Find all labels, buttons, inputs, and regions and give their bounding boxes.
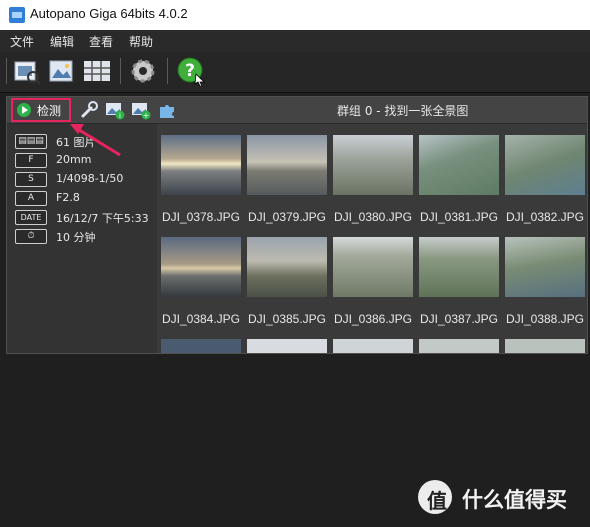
focal-value: 20mm	[56, 153, 92, 166]
thumbnail-image[interactable]	[161, 135, 241, 195]
thumbnail-image[interactable]	[247, 237, 327, 297]
shutter-key: S	[15, 172, 47, 187]
detect-button[interactable]: 检测	[11, 98, 71, 122]
svg-text:?: ?	[185, 61, 195, 81]
thumbnail-filename: DJI_0388.JPG	[505, 312, 585, 326]
menu-file[interactable]: 文件	[10, 33, 34, 50]
group-status: 群组 0 - 找到一张全景图	[337, 104, 469, 118]
thumbnail-image[interactable]	[161, 339, 241, 353]
watermark-text: 什么值得买	[462, 488, 567, 512]
help-icon[interactable]: ?	[176, 56, 206, 86]
open-folder-icon[interactable]	[12, 56, 42, 86]
thumbnail-grid: DJI_0378.JPG DJI_0379.JPG DJI_0380.JPG D…	[159, 124, 587, 353]
group-info-panel: ▤▤▤ 61 图片 F 20mm S 1/4098-1/50 A F2.8 DA…	[7, 124, 157, 353]
thumbnail-image[interactable]	[419, 339, 499, 353]
thumbnail-image[interactable]	[505, 339, 585, 353]
duration-value: 10 分钟	[56, 231, 96, 244]
thumbnail-image[interactable]	[333, 339, 413, 353]
watermark-logo: 值	[418, 480, 452, 514]
thumbnail-filename: DJI_0381.JPG	[419, 210, 499, 224]
thumbnail-filename: DJI_0380.JPG	[333, 210, 413, 224]
thumbnail-image[interactable]	[505, 237, 585, 297]
menu-edit[interactable]: 编辑	[50, 33, 74, 50]
group-panel: 检测 i + 群组 0 - 找到一张全景图 ▤▤▤ 61 图片 F 20mm S…	[6, 96, 588, 354]
clock-icon: ⏱	[15, 229, 47, 244]
thumbnail-filename: DJI_0385.JPG	[247, 312, 327, 326]
settings-gear-icon[interactable]	[128, 56, 158, 86]
thumbnail-image[interactable]	[333, 237, 413, 297]
menu-help[interactable]: 帮助	[129, 33, 153, 50]
import-images-icon[interactable]	[47, 56, 77, 86]
thumbnail-image[interactable]	[505, 135, 585, 195]
menu-bar: 文件 编辑 查看 帮助	[0, 30, 590, 52]
thumbnail-filename: DJI_0378.JPG	[161, 210, 241, 224]
svg-text:+: +	[143, 111, 150, 120]
title-bar: Autopano Giga 64bits 4.0.2	[0, 0, 590, 30]
detect-label: 检测	[37, 104, 62, 118]
window-title: Autopano Giga 64bits 4.0.2	[30, 6, 188, 21]
thumbnail-filename: DJI_0384.JPG	[161, 312, 241, 326]
play-icon	[17, 103, 31, 117]
thumbnail-image[interactable]	[247, 135, 327, 195]
aperture-value: F2.8	[56, 191, 80, 204]
menu-view[interactable]: 查看	[89, 33, 113, 50]
focal-key: F	[15, 153, 47, 168]
svg-text:i: i	[119, 112, 121, 120]
main-toolbar: ?	[0, 52, 590, 93]
thumbnail-image[interactable]	[419, 237, 499, 297]
image-info-icon[interactable]: i	[105, 100, 125, 120]
thumbnail-filename: DJI_0387.JPG	[419, 312, 499, 326]
images-count: 61 图片	[56, 136, 96, 149]
thumbnail-image[interactable]	[161, 237, 241, 297]
thumbnail-image[interactable]	[333, 135, 413, 195]
thumbnail-filename: DJI_0382.JPG	[505, 210, 585, 224]
thumbnail-filename: DJI_0379.JPG	[247, 210, 327, 224]
batch-grid-icon[interactable]	[82, 56, 112, 86]
wrench-icon[interactable]	[79, 100, 99, 120]
group-toolbar: 检测 i + 群组 0 - 找到一张全景图	[7, 97, 587, 124]
app-icon	[9, 7, 25, 23]
thumbnail-image[interactable]	[419, 135, 499, 195]
date-value: 16/12/7 下午5:33	[56, 212, 149, 225]
puzzle-icon[interactable]	[157, 100, 177, 120]
thumbnail-filename: DJI_0386.JPG	[333, 312, 413, 326]
date-key: DATE	[15, 210, 47, 225]
add-image-icon[interactable]: +	[131, 100, 151, 120]
aperture-key: A	[15, 191, 47, 206]
thumbnail-image[interactable]	[247, 339, 327, 353]
images-count-icon: ▤▤▤	[15, 134, 47, 149]
shutter-value: 1/4098-1/50	[56, 172, 124, 185]
